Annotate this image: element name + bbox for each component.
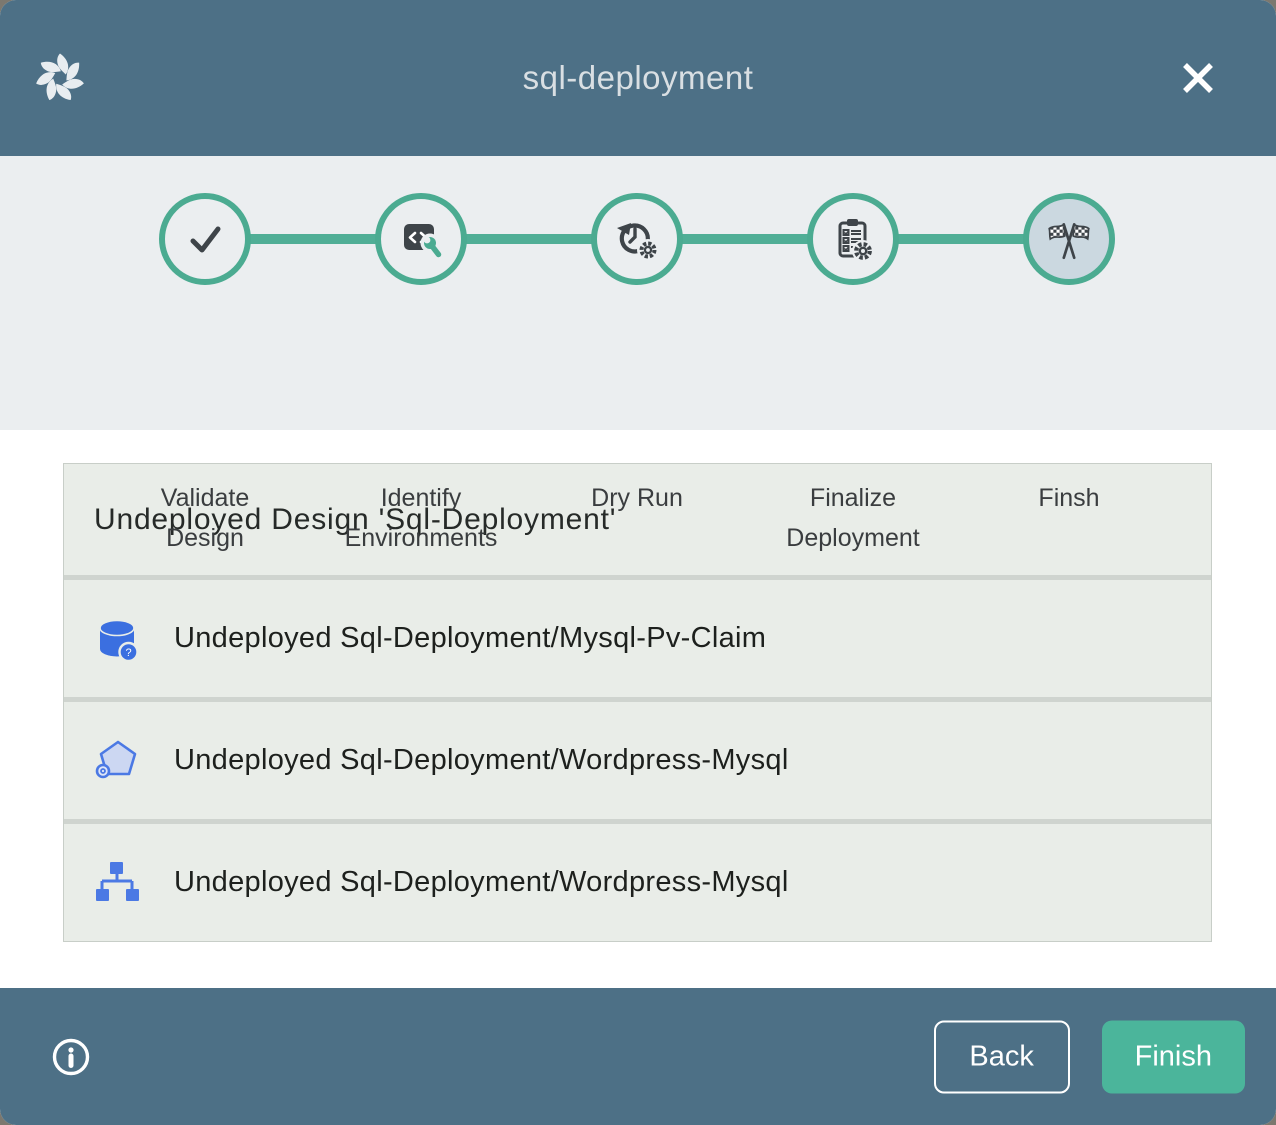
status-row-wordpress-mysql-pod: Undeployed Sql-Deployment/Wordpress-Mysq…	[64, 697, 1211, 819]
step-label-finalize-deployment: Finalize Deployment	[743, 478, 963, 558]
check-icon	[181, 215, 229, 263]
status-row-wordpress-mysql-tree: Undeployed Sql-Deployment/Wordpress-Mysq…	[64, 819, 1211, 941]
code-wrench-icon	[397, 215, 445, 263]
dialog-footer: Back Finish	[0, 988, 1276, 1125]
database-icon: ?	[94, 616, 140, 662]
clipboard-gear-icon	[829, 215, 877, 263]
status-text: Undeployed Sql-Deployment/Wordpress-Mysq…	[174, 744, 789, 777]
status-text: Undeployed Sql-Deployment/Wordpress-Mysq…	[174, 866, 789, 899]
step-validate-design[interactable]	[159, 193, 251, 285]
tree-icon	[94, 860, 140, 906]
pod-icon	[94, 738, 140, 784]
step-dry-run[interactable]	[591, 193, 683, 285]
info-icon	[51, 1037, 91, 1077]
step-identify-environments[interactable]	[375, 193, 467, 285]
wizard-dialog: sql-deployment	[0, 0, 1276, 1125]
info-button[interactable]	[50, 1036, 92, 1078]
footer-actions: Back Finish	[934, 1020, 1245, 1093]
svg-text:?: ?	[125, 647, 131, 659]
status-row-pv-claim: ? Undeployed Sql-Deployment/Mysql-Pv-Cla…	[64, 575, 1211, 697]
step-label-validate-design: Validate Design	[95, 478, 315, 558]
close-button[interactable]	[1178, 58, 1218, 98]
step-label-identify-environments: Identify Environments	[311, 478, 531, 558]
dialog-header: sql-deployment	[0, 0, 1276, 156]
step-label-dry-run: Dry Run	[527, 478, 747, 518]
close-icon	[1180, 60, 1216, 96]
history-gear-icon	[613, 215, 661, 263]
step-finish[interactable]	[1023, 193, 1115, 285]
step-finalize-deployment[interactable]	[807, 193, 899, 285]
wizard-stepper: Validate Design Identify Environments Dr…	[0, 156, 1276, 430]
dialog-title: sql-deployment	[523, 59, 754, 97]
back-button[interactable]: Back	[934, 1020, 1070, 1093]
finish-button[interactable]: Finish	[1102, 1020, 1245, 1093]
status-text: Undeployed Sql-Deployment/Mysql-Pv-Claim	[174, 622, 766, 655]
checkered-flags-icon	[1044, 214, 1094, 264]
step-label-finish: Finsh	[959, 478, 1179, 518]
spiral-logo-icon	[32, 50, 88, 106]
